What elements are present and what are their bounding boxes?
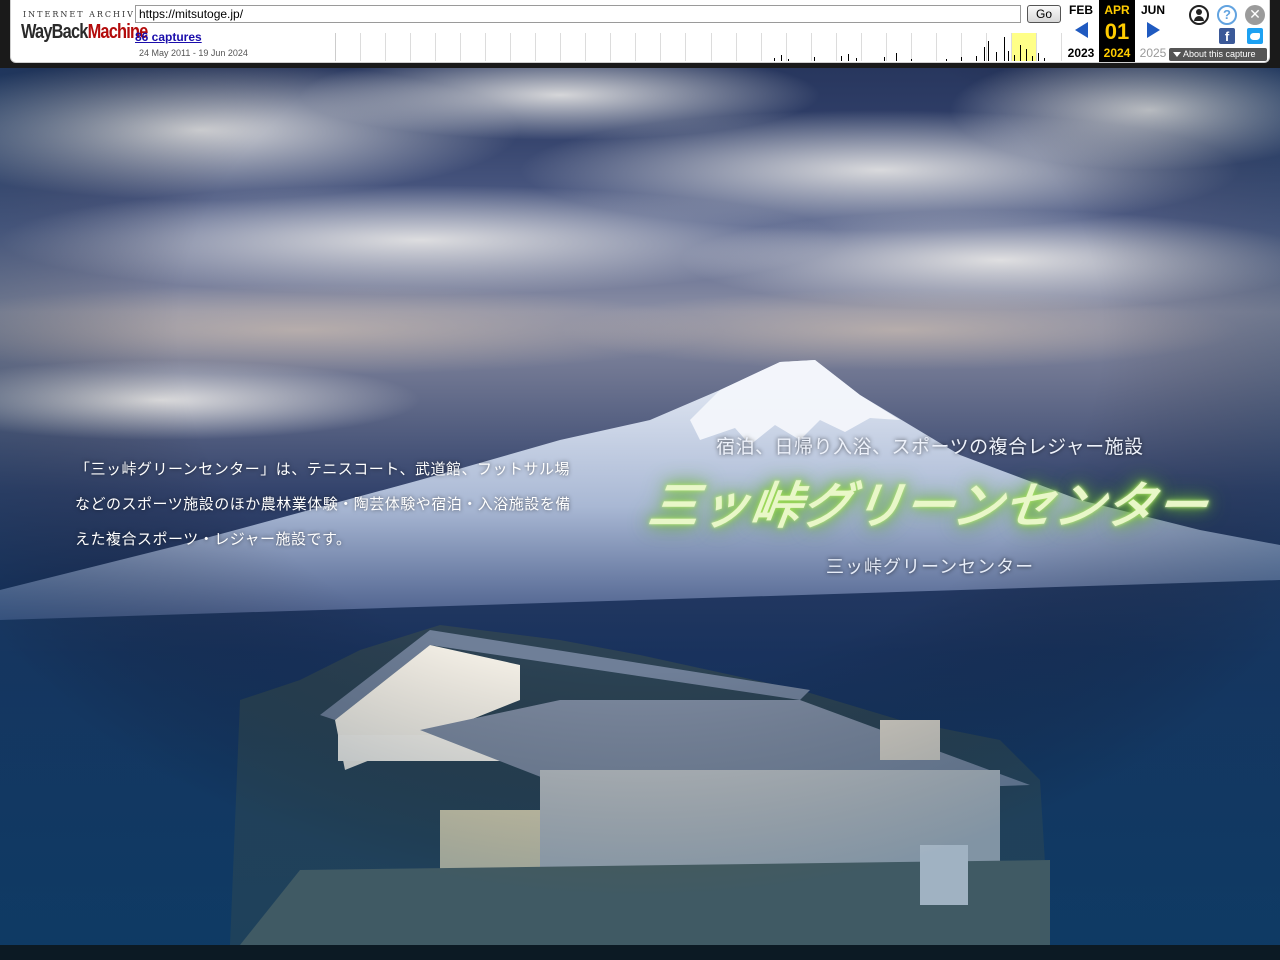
- sparkline-bar: [1038, 53, 1039, 61]
- sparkline-year[interactable]: [436, 33, 462, 61]
- sparkline-bar: [976, 56, 977, 61]
- sparkline-bar: [884, 57, 885, 61]
- sparkline-bar: [856, 58, 857, 61]
- sparkline-year[interactable]: [686, 33, 712, 61]
- sparkline-bar: [1020, 45, 1021, 61]
- sparkline-year[interactable]: [887, 33, 912, 61]
- intro-line: などのスポーツ施設のほか農林業体験・陶芸体験や宿泊・入浴施設を備: [75, 495, 571, 513]
- sparkline-bar: [911, 59, 912, 61]
- sparkline-year[interactable]: [737, 33, 762, 61]
- sparkline-year[interactable]: [336, 33, 362, 61]
- sparkline-bar: [848, 54, 849, 61]
- intro-line: えた複合スポーツ・レジャー施設です。: [75, 530, 352, 548]
- sparkline-year[interactable]: [411, 33, 437, 61]
- user-account-icon[interactable]: [1189, 5, 1209, 25]
- sparkline-year[interactable]: [586, 33, 612, 61]
- next-month-label: JUN: [1140, 3, 1165, 17]
- sparkline-bar: [996, 52, 997, 61]
- sparkline-year[interactable]: [787, 33, 812, 61]
- about-capture-button[interactable]: About this capture: [1169, 48, 1267, 61]
- wayback-logo-wordmark: WayBackMachine: [21, 21, 148, 44]
- sparkline-year[interactable]: [1037, 33, 1062, 61]
- month-navigator: FEB 2023 APR 01 2024 JUN 2025: [1063, 0, 1171, 62]
- sparkline-year[interactable]: [661, 33, 687, 61]
- footer-bar: [0, 945, 1280, 960]
- sparkline-bar: [1014, 55, 1015, 61]
- intro-line: 「三ッ峠グリーンセンター」は、テニスコート、武道館、フットサル場: [75, 460, 570, 478]
- sparkline-bar: [946, 59, 947, 61]
- sparkline-year[interactable]: [636, 33, 662, 61]
- wayback-url-input[interactable]: https://mitsutoge.jp/: [135, 5, 1021, 23]
- sparkline-bar: [988, 41, 989, 61]
- sparkline-bar: [1008, 51, 1009, 61]
- hero-section: 「三ッ峠グリーンセンター」は、テニスコート、武道館、フットサル場 などのスポーツ…: [0, 0, 1280, 945]
- sparkline-year[interactable]: [812, 33, 837, 61]
- sparkline-bar: [1044, 58, 1045, 61]
- sparkline-bar: [896, 53, 897, 61]
- go-button[interactable]: Go: [1027, 5, 1061, 23]
- sparkline-year[interactable]: [511, 33, 537, 61]
- sparkline-bar: [781, 55, 782, 61]
- sparkline-year[interactable]: [912, 33, 937, 61]
- sparkline-year[interactable]: [386, 33, 412, 61]
- sparkline-bar: [774, 58, 775, 61]
- sparkline-bar: [984, 47, 985, 61]
- capture-sparkline[interactable]: [335, 33, 1062, 61]
- prev-year-label: 2023: [1067, 46, 1095, 60]
- sparkline-bar: [1032, 56, 1033, 61]
- close-icon[interactable]: ✕: [1245, 5, 1265, 25]
- prev-month[interactable]: FEB 2023: [1063, 0, 1099, 62]
- capture-date-range: 24 May 2011 - 19 Jun 2024: [139, 48, 248, 58]
- twitter-icon[interactable]: [1247, 28, 1263, 44]
- sparkline-bar: [1026, 49, 1027, 61]
- sparkline-year[interactable]: [361, 33, 387, 61]
- next-year-label: 2025: [1139, 46, 1167, 60]
- wayback-toolbar-panel: INTERNET ARCHIVE WayBackMachine https://…: [10, 0, 1270, 63]
- intro-text: 「三ッ峠グリーンセンター」は、テニスコート、武道館、フットサル場 などのスポーツ…: [75, 452, 595, 557]
- help-icon[interactable]: ?: [1217, 5, 1237, 25]
- next-month[interactable]: JUN 2025: [1135, 0, 1171, 62]
- current-capture: APR 01 2024: [1099, 0, 1135, 62]
- sparkline-bar: [788, 59, 789, 61]
- sparkline-year[interactable]: [762, 33, 787, 61]
- sparkline-year[interactable]: [486, 33, 512, 61]
- sparkline-year[interactable]: [611, 33, 637, 61]
- current-year-label: 2024: [1103, 46, 1131, 60]
- hero-tagline: 宿泊、日帰り入浴、スポーツの複合レジャー施設: [716, 436, 1144, 458]
- prev-arrow-icon[interactable]: [1075, 22, 1088, 38]
- wayback-logo-wayback: WayBack: [21, 21, 88, 43]
- site-logo-text: 三ッ峠グリーンセンター: [645, 477, 1213, 535]
- sparkline-year[interactable]: [712, 33, 737, 61]
- sparkline-year[interactable]: [937, 33, 962, 61]
- current-month-label: APR: [1104, 3, 1130, 17]
- current-day-label: 01: [1104, 19, 1130, 44]
- next-arrow-icon[interactable]: [1147, 22, 1160, 38]
- sparkline-year[interactable]: [1012, 33, 1037, 61]
- sparkline-bar: [841, 56, 842, 61]
- prev-month-label: FEB: [1069, 3, 1093, 17]
- sparkline-year[interactable]: [561, 33, 587, 61]
- sparkline-bar: [961, 57, 962, 61]
- sparkline-bar: [1004, 37, 1005, 61]
- wayback-logo[interactable]: INTERNET ARCHIVE WayBackMachine: [21, 6, 148, 54]
- sparkline-year[interactable]: [461, 33, 487, 61]
- sparkline-year[interactable]: [536, 33, 562, 61]
- site-logo[interactable]: 三ッ峠グリーンセンター: [645, 466, 1212, 538]
- wayback-toolbar: INTERNET ARCHIVE WayBackMachine https://…: [0, 0, 1280, 68]
- sparkline-year[interactable]: [862, 33, 887, 61]
- sparkline-bar: [814, 57, 815, 61]
- facebook-icon[interactable]: f: [1219, 28, 1235, 44]
- captures-link[interactable]: 86 captures: [135, 30, 202, 44]
- site-logo-subtitle: 三ッ峠グリーンセンター: [826, 557, 1035, 578]
- wayback-logo-top: INTERNET ARCHIVE: [23, 10, 143, 19]
